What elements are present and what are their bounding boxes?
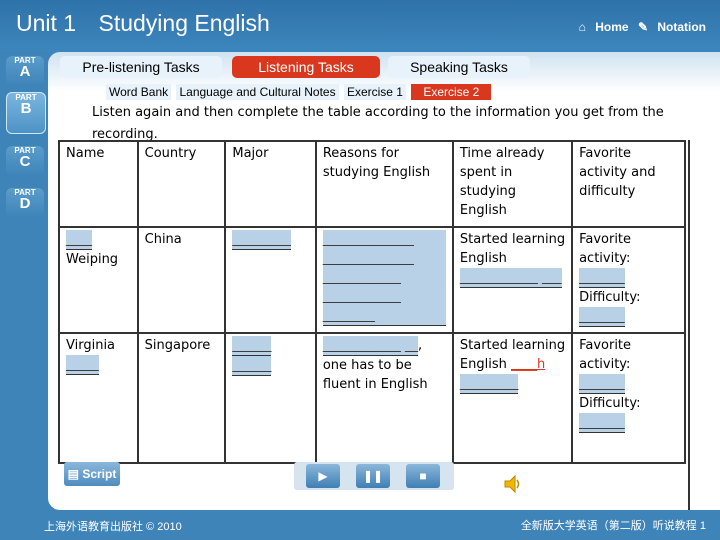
footer-bar: 上海外语教育出版社 © 2010 全新版大学英语（第二版）听说教程 1 [0,510,720,540]
book-title-text: 全新版大学英语（第二版）听说教程 1 [520,520,706,532]
stop-icon: ■ [419,469,427,483]
favorite-label: Favorite activity: [579,338,632,372]
table-row: Virginia _____ Singapore ______ ______ _… [58,332,686,464]
blank-field[interactable]: ______ [232,336,272,356]
stop-button[interactable]: ■ [406,464,440,488]
header-time: Time already spent in studying English [451,140,574,228]
part-b-button[interactable]: PART B [6,92,46,134]
subtab-notes[interactable]: Language and Cultural Notes [176,84,339,100]
part-letter: B [20,100,32,117]
difficulty-label: Difficulty: [579,396,641,411]
pause-icon: ❚❚ [362,469,384,483]
blank-field[interactable]: _________ [459,374,519,394]
part-letter: D [19,195,31,212]
publisher-text: 上海外语教育出版社 © 2010 [44,521,182,533]
top-nav: ⌂ Home ✎ Notation [573,20,706,34]
subtab-exercise-1[interactable]: Exercise 1 [343,84,406,100]
exercise-table: Name Country Major Reasons for studying … [58,140,686,464]
blank-field[interactable]: _______ [579,413,625,433]
cell-time: Started learning English ____h _________ [451,332,574,464]
document-icon: ▤ [67,467,79,481]
tab-speaking[interactable]: Speaking Tasks [388,56,530,78]
difficulty-label: Difficulty: [579,290,641,305]
home-label: Home [595,20,629,34]
notation-link[interactable]: ✎ Notation [638,20,706,34]
cell-reasons: ______________ ______________ __________… [314,226,454,334]
unit-title-text: Studying English [98,10,270,36]
pause-button[interactable]: ❚❚ [356,464,390,488]
subtab-word-bank[interactable]: Word Bank [106,84,172,100]
content-card: Pre-listening Tasks Listening Tasks Spea… [48,52,720,510]
part-d-button[interactable]: PART D [6,188,44,218]
tab-pre-listening[interactable]: Pre-listening Tasks [60,56,222,78]
part-a-button[interactable]: PART A [6,56,44,86]
part-c-button[interactable]: PART C [6,146,44,176]
cell-favorite: Favorite activity: _______ Difficulty: _… [571,226,686,334]
table-header-row: Name Country Major Reasons for studying … [58,140,686,228]
cell-major: _________ [224,226,317,334]
tab-listening[interactable]: Listening Tasks [232,56,380,78]
top-bar: Unit 1 Studying English ⌂ Home ✎ Notatio… [0,0,720,52]
play-icon: ▶ [318,469,328,483]
script-label: Script [82,467,117,481]
cell-name: ____ Weiping [58,226,139,334]
blank-field[interactable]: ______________ ______________ __________… [322,230,446,326]
cell-country: Singapore [136,332,227,464]
highlight-text: ____h [510,357,546,372]
home-link[interactable]: ⌂ Home [579,20,629,34]
notation-label: Notation [657,20,706,34]
speaker-icon[interactable] [502,473,524,495]
header-name: Name [58,140,139,228]
header-country: Country [136,140,227,228]
cell-major: ______ ______ [224,332,317,464]
blank-field[interactable]: ____ [66,230,92,250]
blank-field[interactable]: ____________ ___ [459,268,562,288]
subtab-exercise-2[interactable]: Exercise 2 [411,84,492,100]
cell-favorite: Favorite activity: _______ Difficulty: _… [571,332,686,464]
blank-field[interactable]: ______ [232,356,272,376]
script-button[interactable]: ▤ Script [64,462,120,486]
cell-reasons: ____________ __, one has to be fluent in… [314,332,454,464]
exercise-table-wrapper: Name Country Major Reasons for studying … [58,140,690,510]
page-title: Unit 1 Studying English [16,10,270,37]
unit-label: Unit 1 [16,10,77,36]
time-text: Started learning English [459,232,566,266]
header-favorite: Favorite activity and difficulty [571,140,686,228]
cell-name: Virginia _____ [58,332,139,464]
cell-country: China [136,226,227,334]
name-text: Virginia [66,338,116,353]
blank-field[interactable]: _______ [579,307,625,327]
cell-time: Started learning English ____________ __… [451,226,574,334]
table-row: ____ Weiping China _________ ___________… [58,226,686,334]
favorite-label: Favorite activity: [579,232,632,266]
blank-field[interactable]: _______ [579,374,625,394]
part-letter: C [19,153,31,170]
name-text: Weiping [66,252,119,267]
play-button[interactable]: ▶ [306,464,340,488]
speaker-graphic [504,474,520,494]
header-major: Major [224,140,317,228]
audio-player: ▶ ❚❚ ■ [294,462,454,490]
header-reasons: Reasons for studying English [314,140,454,228]
subtab-bar: Word Bank Language and Cultural Notes Ex… [106,84,493,100]
part-letter: A [19,63,31,80]
blank-field[interactable]: _____ [66,355,99,375]
blank-field[interactable]: _______ [579,268,625,288]
blank-field[interactable]: ____________ __ [322,336,418,356]
blank-field[interactable]: _________ [232,230,291,250]
